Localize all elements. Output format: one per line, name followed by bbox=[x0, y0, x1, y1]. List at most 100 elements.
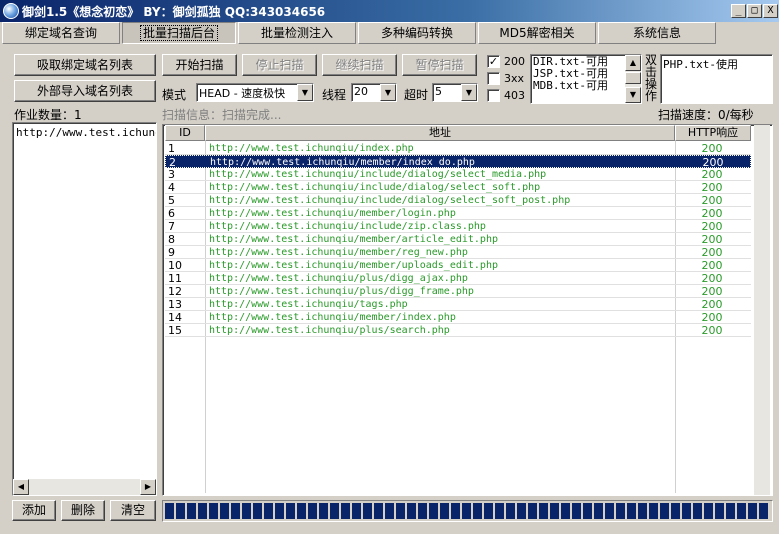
table-row[interactable]: 13 http://www.test.ichunqiu/tags.php 200 bbox=[165, 298, 751, 311]
row-id: 3 bbox=[168, 168, 175, 181]
pause-scan-button[interactable]: 暂停扫描 bbox=[402, 54, 477, 76]
dictionary-list[interactable]: DIR.txt-可用 JSP.txt-可用 MDB.txt-可用 ▲ ▼ bbox=[530, 54, 642, 104]
row-id: 8 bbox=[168, 233, 175, 246]
minimize-button[interactable]: _ bbox=[731, 4, 746, 18]
row-url: http://www.test.ichunqiu/plus/search.php bbox=[209, 325, 450, 336]
tab-md5[interactable]: MD5解密相关 bbox=[478, 22, 596, 44]
add-button[interactable]: 添加 bbox=[12, 500, 56, 521]
import-domains-button[interactable]: 外部导入域名列表 bbox=[14, 80, 156, 102]
check-200[interactable]: ✓ bbox=[487, 55, 500, 68]
row-http-code: 200 bbox=[701, 324, 723, 337]
progress-segment bbox=[616, 503, 625, 519]
table-row[interactable]: 8 http://www.test.ichunqiu/member/article… bbox=[165, 233, 751, 246]
scroll-up-icon[interactable]: ▲ bbox=[625, 55, 641, 71]
scroll-down-icon[interactable]: ▼ bbox=[625, 87, 641, 103]
progress-segment bbox=[484, 503, 493, 519]
title-bar[interactable]: 御剑1.5《想念初恋》 BY：御剑孤独 QQ:343034656 _ □ X bbox=[0, 0, 779, 22]
progress-segment bbox=[341, 503, 350, 519]
chevron-down-icon[interactable]: ▼ bbox=[461, 84, 477, 101]
check-403[interactable] bbox=[487, 89, 500, 102]
table-row[interactable]: 5 http://www.test.ichunqiu/include/dialog… bbox=[165, 194, 751, 207]
results-scrollbar[interactable] bbox=[754, 125, 770, 495]
clear-button[interactable]: 清空 bbox=[110, 500, 156, 521]
tab-bind-domain[interactable]: 绑定域名查询 bbox=[2, 22, 120, 44]
table-row[interactable]: 2 http://www.test.ichunqiu/member/index_d… bbox=[165, 155, 751, 169]
window-title: 御剑1.5《想念初恋》 BY：御剑孤独 QQ:343034656 bbox=[22, 5, 326, 19]
scroll-thumb[interactable] bbox=[625, 72, 641, 84]
results-table[interactable]: ID 地址 HTTP响应 1 http://www.test.ichunqiu/i… bbox=[162, 124, 773, 496]
progress-segment bbox=[253, 503, 262, 519]
row-http-code: 200 bbox=[701, 142, 723, 155]
check-3xx[interactable] bbox=[487, 72, 500, 85]
timeout-select[interactable]: 5 ▼ bbox=[432, 83, 478, 102]
tab-batch-inject[interactable]: 批量检测注入 bbox=[238, 22, 356, 44]
progress-segment bbox=[506, 503, 515, 519]
progress-segment bbox=[748, 503, 757, 519]
threads-select[interactable]: 20 ▼ bbox=[351, 83, 397, 102]
tab-encoding[interactable]: 多种编码转换 bbox=[358, 22, 476, 44]
progress-segment bbox=[319, 503, 328, 519]
table-row[interactable]: 3 http://www.test.ichunqiu/include/dialog… bbox=[165, 168, 751, 181]
progress-segment bbox=[759, 503, 768, 519]
progress-segment bbox=[176, 503, 185, 519]
table-row[interactable]: 7 http://www.test.ichunqiu/include/zip.cl… bbox=[165, 220, 751, 233]
progress-segment bbox=[286, 503, 295, 519]
scroll-left-icon[interactable]: ◀ bbox=[13, 479, 29, 495]
domain-list-hscroll[interactable]: ◀ ▶ bbox=[13, 479, 156, 495]
fetch-domains-button[interactable]: 吸取绑定域名列表 bbox=[14, 54, 156, 76]
progress-segment bbox=[396, 503, 405, 519]
resume-scan-button[interactable]: 继续扫描 bbox=[322, 54, 397, 76]
check-200-label: 200 bbox=[504, 55, 525, 68]
double-click-hint: 双击操作 bbox=[645, 53, 658, 103]
progress-segment bbox=[550, 503, 559, 519]
list-item[interactable]: PHP.txt-使用 bbox=[663, 56, 738, 72]
table-row[interactable]: 10 http://www.test.ichunqiu/member/upload… bbox=[165, 259, 751, 272]
list-item[interactable]: http://www.test.ichunqiu bbox=[16, 126, 156, 139]
progress-segment bbox=[572, 503, 581, 519]
table-row[interactable]: 12 http://www.test.ichunqiu/plus/digg_fra… bbox=[165, 285, 751, 298]
progress-segment bbox=[605, 503, 614, 519]
progress-segment bbox=[737, 503, 746, 519]
delete-button[interactable]: 删除 bbox=[61, 500, 105, 521]
tab-batch-scan[interactable]: 批量扫描后台 bbox=[122, 22, 236, 44]
column-header-http[interactable]: HTTP响应 bbox=[675, 125, 751, 141]
progress-segment bbox=[726, 503, 735, 519]
scroll-right-icon[interactable]: ▶ bbox=[140, 479, 156, 495]
progress-segment bbox=[297, 503, 306, 519]
stop-scan-button[interactable]: 停止扫描 bbox=[242, 54, 317, 76]
table-row[interactable]: 14 http://www.test.ichunqiu/member/index.… bbox=[165, 311, 751, 324]
row-http-code: 200 bbox=[701, 194, 723, 207]
table-row[interactable]: 4 http://www.test.ichunqiu/include/dialog… bbox=[165, 181, 751, 194]
row-id: 13 bbox=[168, 298, 182, 311]
chevron-down-icon[interactable]: ▼ bbox=[380, 84, 396, 101]
chevron-down-icon[interactable]: ▼ bbox=[297, 84, 313, 101]
dictionary-list-scrollbar[interactable]: ▲ ▼ bbox=[625, 55, 641, 103]
progress-segment bbox=[308, 503, 317, 519]
list-item[interactable]: MDB.txt-可用 bbox=[533, 80, 608, 92]
progress-segment bbox=[275, 503, 284, 519]
table-row[interactable]: 1 http://www.test.ichunqiu/index.php 200 bbox=[165, 142, 751, 155]
row-url: http://www.test.ichunqiu/index.php bbox=[209, 143, 414, 154]
domain-list[interactable]: http://www.test.ichunqiu ◀ ▶ bbox=[12, 122, 157, 496]
progress-segment bbox=[385, 503, 394, 519]
maximize-button[interactable]: □ bbox=[747, 4, 762, 18]
row-id: 10 bbox=[168, 259, 182, 272]
row-http-code: 200 bbox=[701, 220, 723, 233]
row-id: 9 bbox=[168, 246, 175, 259]
column-header-url[interactable]: 地址 bbox=[205, 125, 675, 141]
task-count: 作业数量：1 bbox=[14, 108, 82, 122]
progress-segment bbox=[517, 503, 526, 519]
close-button[interactable]: X bbox=[763, 4, 778, 18]
progress-segment bbox=[440, 503, 449, 519]
table-row[interactable]: 15 http://www.test.ichunqiu/plus/search.p… bbox=[165, 324, 751, 337]
table-row[interactable]: 6 http://www.test.ichunqiu/member/login.p… bbox=[165, 207, 751, 220]
tab-system-info[interactable]: 系统信息 bbox=[598, 22, 716, 44]
table-row[interactable]: 11 http://www.test.ichunqiu/plus/digg_aja… bbox=[165, 272, 751, 285]
mode-select[interactable]: HEAD - 速度极快 ▼ bbox=[196, 83, 314, 102]
row-http-code: 200 bbox=[701, 181, 723, 194]
used-dictionary-list[interactable]: PHP.txt-使用 bbox=[660, 54, 773, 104]
table-row[interactable]: 9 http://www.test.ichunqiu/member/reg_new… bbox=[165, 246, 751, 259]
start-scan-button[interactable]: 开始扫描 bbox=[162, 54, 237, 76]
row-url: http://www.test.ichunqiu/include/dialog/… bbox=[209, 182, 541, 193]
column-header-id[interactable]: ID bbox=[165, 125, 205, 141]
